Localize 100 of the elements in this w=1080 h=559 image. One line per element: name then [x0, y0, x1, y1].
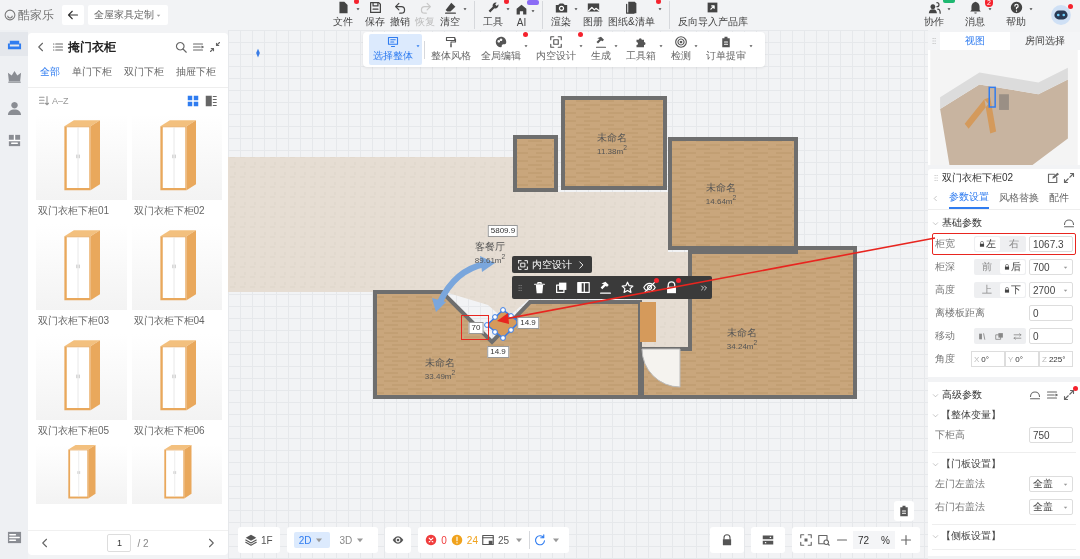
user-menu-button[interactable]: 协作: [923, 1, 952, 29]
anchor-toggle[interactable]: 后: [1000, 260, 1025, 274]
toolbar-button[interactable]: 订单提审: [702, 34, 755, 65]
search-button[interactable]: [174, 40, 188, 54]
toolbar-button[interactable]: 渲染: [542, 1, 579, 29]
category-tab[interactable]: 双门下柜: [124, 65, 164, 79]
product-thumbnail[interactable]: [131, 444, 222, 504]
toolbar-button[interactable]: 撤销: [389, 1, 411, 29]
minimap-tab[interactable]: 视图: [940, 32, 1010, 50]
category-tab[interactable]: 抽屉下柜: [176, 65, 216, 79]
anchor-toggle[interactable]: 下: [1000, 283, 1025, 297]
caret-icon: [505, 6, 511, 12]
value-dropdown[interactable]: 全盖: [1029, 476, 1073, 492]
value-field[interactable]: 0: [1029, 305, 1073, 321]
product-name: 双门衣柜下柜02: [132, 204, 206, 218]
context-action-button[interactable]: [643, 281, 656, 294]
room-name: 未命名: [425, 358, 455, 369]
trash-icon: [533, 281, 546, 294]
page-input[interactable]: 1: [107, 534, 132, 552]
file-icon: [336, 1, 350, 14]
anchor-toggle[interactable]: 左: [975, 237, 1000, 251]
inner-design-button[interactable]: 内空设计: [512, 256, 592, 273]
angle-field[interactable]: Z 225°: [1039, 351, 1073, 367]
page-total: / 2: [137, 537, 149, 549]
focus-button[interactable]: [799, 533, 813, 547]
value-dropdown[interactable]: 2700: [1029, 282, 1073, 298]
dimension-label[interactable]: 5809.9: [487, 225, 519, 237]
toolbar-button[interactable]: 工具箱: [622, 34, 665, 65]
edit-button[interactable]: [1046, 171, 1060, 185]
toolbar-button[interactable]: 图册: [582, 1, 604, 29]
lock-icon: [1004, 264, 1010, 270]
room-area: 34.24m$^{2}$: [726, 338, 758, 352]
toolbar-button[interactable]: 工具: [474, 1, 511, 29]
value-field[interactable]: 1067.3: [1029, 236, 1073, 252]
toolbar-button[interactable]: 图纸&清单: [607, 1, 663, 29]
dimension-label[interactable]: 14.9: [487, 346, 509, 358]
view-mode-button[interactable]: 3D: [334, 532, 372, 548]
product-thumbnail[interactable]: [36, 444, 127, 504]
toolbar-button[interactable]: 生成: [587, 34, 620, 65]
zoom-in-button[interactable]: [899, 533, 913, 547]
value-dropdown[interactable]: 700: [1029, 259, 1073, 275]
category-list-button[interactable]: [51, 40, 65, 54]
user-menu-button[interactable]: 帮助: [1005, 1, 1034, 29]
category-tab[interactable]: 全部: [40, 65, 60, 79]
expand-button[interactable]: [1062, 171, 1076, 185]
toolbar-button[interactable]: 保存: [364, 1, 386, 29]
sidebar-tab[interactable]: [0, 32, 28, 56]
context-action-button[interactable]: [621, 281, 634, 294]
property-tab[interactable]: 参数设置: [949, 187, 989, 209]
value-field[interactable]: 0: [1029, 328, 1073, 344]
grid-view-button[interactable]: [186, 94, 200, 108]
property-tab[interactable]: 配件: [1049, 187, 1069, 209]
mode-dropdown[interactable]: 全屋家具定制: [88, 5, 168, 25]
hammer-icon: [599, 281, 612, 294]
angle-field[interactable]: X 0°: [971, 351, 1005, 367]
app-logo[interactable]: 酷家乐: [4, 6, 58, 24]
reset-button[interactable]: [1028, 388, 1042, 402]
context-action-button[interactable]: [599, 281, 612, 294]
toolbar-button[interactable]: 文件: [332, 1, 361, 29]
toolbar-button[interactable]: 反向导入产品库: [668, 1, 749, 29]
smile-logo-icon: [4, 9, 16, 21]
toggle-icon: [762, 534, 774, 546]
collapse-button[interactable]: [208, 40, 222, 54]
category-tab[interactable]: 单门下柜: [72, 65, 112, 79]
lock-button[interactable]: [710, 527, 744, 553]
toolbar-button[interactable]: 检测: [667, 34, 700, 65]
toolbar-button[interactable]: 清空: [439, 1, 468, 29]
reset-icon: [1029, 389, 1041, 401]
toolbar-button[interactable]: 内空设计: [532, 34, 585, 65]
toolbar-button[interactable]: 全局编辑: [477, 34, 530, 65]
dimension-label[interactable]: 14.9: [517, 317, 539, 329]
more-button[interactable]: [700, 283, 708, 292]
zoom-field[interactable]: 72 %: [853, 531, 895, 549]
caret-icon: [987, 6, 993, 12]
floor-selector[interactable]: 1F: [238, 527, 280, 553]
property-tab[interactable]: 风格替换: [999, 187, 1039, 209]
toggle-button[interactable]: [751, 527, 785, 553]
context-action-button[interactable]: [533, 281, 546, 294]
value-field[interactable]: 750: [1029, 427, 1073, 443]
context-action-button[interactable]: [555, 281, 568, 294]
value-dropdown[interactable]: 全盖: [1029, 499, 1073, 515]
window-icon: [481, 534, 494, 546]
visibility-button[interactable]: [385, 527, 412, 553]
reset-button[interactable]: [1062, 216, 1076, 230]
toolbar-button[interactable]: 整体风格: [427, 34, 475, 65]
field-label: 离楼板距离: [935, 306, 986, 320]
expand-button[interactable]: [1062, 388, 1076, 402]
error-icon: [425, 534, 438, 546]
minimap-tab[interactable]: 房间选择: [1010, 32, 1080, 50]
list-view-button[interactable]: [204, 94, 218, 108]
focus-icon: [800, 534, 812, 546]
clipboard-button[interactable]: [894, 501, 914, 521]
dimension-label[interactable]: 70: [468, 322, 484, 334]
context-action-button[interactable]: [577, 281, 590, 294]
avatar[interactable]: [1050, 4, 1072, 26]
back-button[interactable]: [62, 5, 84, 25]
context-action-button[interactable]: [665, 281, 678, 294]
clipboard-icon: [898, 505, 910, 517]
zoom-fit-button[interactable]: [817, 533, 831, 547]
toolbar-button[interactable]: AI: [514, 2, 536, 28]
